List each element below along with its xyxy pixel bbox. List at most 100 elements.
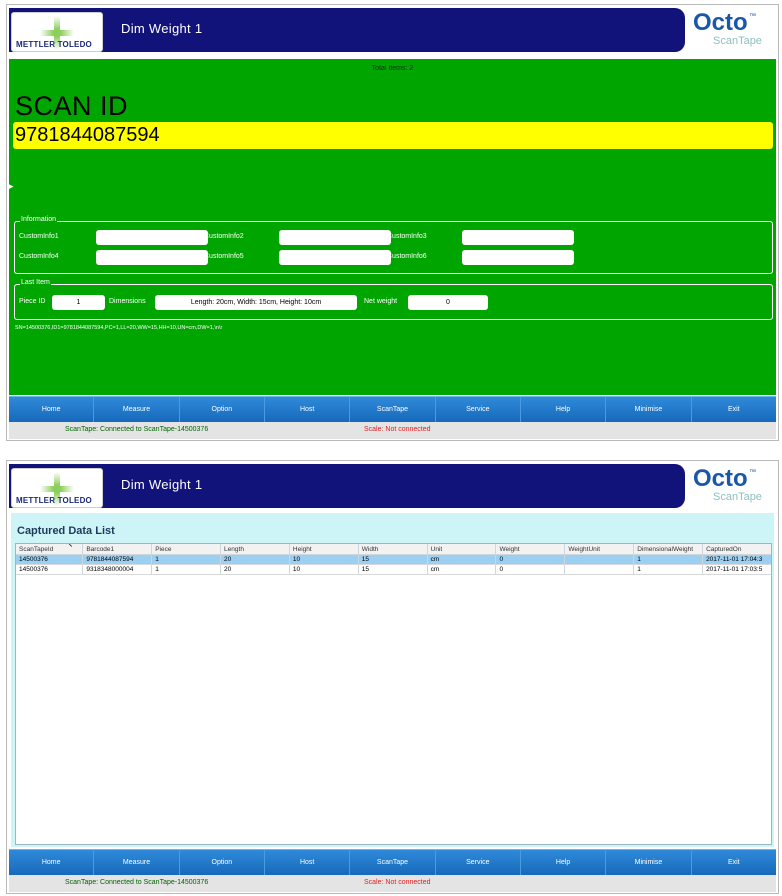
raw-scan-string: SN=14500376,ID1=9781844087594,PC=1,LL=20… xyxy=(15,325,223,331)
col-header-dimensionalweight[interactable]: DimensionalWeight xyxy=(633,544,704,555)
table-cell: 1 xyxy=(151,564,222,575)
scan-window: METTLER TOLEDO Dim Weight 1 Octo ™ ScanT… xyxy=(6,4,779,441)
table-row[interactable]: 14500376 9781844087594 1 20 10 15 cm 0 1… xyxy=(16,554,771,565)
scale-status: Scale: Not connected xyxy=(364,426,431,433)
scan-panel: Total Items: 2 SCAN ID 9781844087594 ▸ I… xyxy=(9,59,776,395)
custominfo4-label: CustomInfo4 xyxy=(19,253,59,260)
col-header-height[interactable]: Height xyxy=(289,544,359,555)
status-bar: ScanTape: Connected to ScanTape-14500376… xyxy=(9,875,776,892)
brand-logo-text: METTLER TOLEDO xyxy=(16,40,92,49)
nav-exit[interactable]: Exit xyxy=(692,397,776,423)
scantape-status: ScanTape: Connected to ScanTape-14500376 xyxy=(65,426,209,433)
nav-option[interactable]: Option xyxy=(180,850,265,876)
title-strip xyxy=(9,8,685,52)
col-header-weight[interactable]: Weight xyxy=(495,544,566,555)
custominfo3-label: CustomInfo3 xyxy=(387,233,427,240)
custominfo6-field[interactable] xyxy=(462,250,574,265)
col-header-weightunit[interactable]: WeightUnit xyxy=(564,544,635,555)
nav-minimise[interactable]: Minimise xyxy=(606,850,692,876)
table-cell: cm xyxy=(427,564,497,575)
nav-host[interactable]: Host xyxy=(265,850,351,876)
table-cell: 0 xyxy=(495,554,566,565)
nav-exit[interactable]: Exit xyxy=(692,850,776,876)
net-weight-field[interactable]: 0 xyxy=(408,295,488,310)
last-item-group: Last Item Piece ID 1 Dimensions Length: … xyxy=(14,279,773,320)
col-header-length[interactable]: Length xyxy=(220,544,290,555)
piece-id-field[interactable]: 1 xyxy=(52,295,105,310)
custominfo3-field[interactable] xyxy=(462,230,574,245)
table-cell: 14500376 xyxy=(16,564,84,575)
brand-logo-text: METTLER TOLEDO xyxy=(16,496,92,505)
nav-option[interactable]: Option xyxy=(180,397,265,423)
table-cell: 1 xyxy=(151,554,222,565)
col-header-piece[interactable]: Piece xyxy=(151,544,222,555)
table-cell: 2017-11-01 17:04:3 xyxy=(702,554,771,565)
scan-id-label: SCAN ID xyxy=(15,91,129,121)
nav-scantape[interactable]: ScanTape xyxy=(350,397,436,423)
captured-data-panel: Captured Data List ↖ ScanTapeId Barcode1… xyxy=(11,513,774,847)
table-cell: 15 xyxy=(358,564,428,575)
custominfo6-label: CustomInfo6 xyxy=(387,253,427,260)
col-header-unit[interactable]: Unit xyxy=(427,544,497,555)
mouse-cursor-icon: ↖ xyxy=(65,543,74,550)
custominfo2-field[interactable] xyxy=(279,230,391,245)
total-items: Total Items: 2 xyxy=(371,65,414,72)
custominfo1-label: CustomInfo1 xyxy=(19,233,59,240)
dimensions-field[interactable]: Length: 20cm, Width: 15cm, Height: 10cm xyxy=(155,295,357,310)
nav-host[interactable]: Host xyxy=(265,397,351,423)
table-cell: 20 xyxy=(220,554,290,565)
table-cell: 0 xyxy=(495,564,566,575)
octo-logo-sub: ScanTape xyxy=(713,35,762,47)
custominfo2-label: CustomInfo2 xyxy=(204,233,244,240)
table-cell: 1 xyxy=(633,564,704,575)
nav-help[interactable]: Help xyxy=(521,850,607,876)
title-bar: METTLER TOLEDO Dim Weight 1 Octo ™ ScanT… xyxy=(7,5,778,55)
captured-data-table: ScanTapeId Barcode1 Piece Length Height … xyxy=(16,544,771,575)
scan-id-value[interactable]: 9781844087594 xyxy=(13,122,773,149)
nav-service[interactable]: Service xyxy=(436,850,521,876)
piece-id-label: Piece ID xyxy=(19,298,46,305)
nav-home[interactable]: Home xyxy=(9,397,95,423)
table-cell: 2017-11-01 17:03:5 xyxy=(702,564,771,575)
table-cell: 20 xyxy=(220,564,290,575)
nav-measure[interactable]: Measure xyxy=(94,397,180,423)
table-cell xyxy=(564,564,635,575)
octo-logo-text: Octo xyxy=(693,9,748,36)
nav-service[interactable]: Service xyxy=(436,397,521,423)
octo-scantape-logo: Octo ™ ScanTape xyxy=(691,465,777,509)
table-cell: 9318348000004 xyxy=(82,564,153,575)
custominfo4-field[interactable] xyxy=(96,250,208,265)
table-cell: cm xyxy=(427,554,497,565)
title-strip xyxy=(9,464,685,508)
app-title: Dim Weight 1 xyxy=(121,21,203,36)
octo-logo-tm: ™ xyxy=(749,469,756,476)
bottom-nav: Home Measure Option Host ScanTape Servic… xyxy=(9,396,776,423)
last-item-legend: Last Item xyxy=(20,279,51,286)
table-cell xyxy=(564,554,635,565)
status-bar: ScanTape: Connected to ScanTape-14500376… xyxy=(9,422,776,439)
nav-scantape[interactable]: ScanTape xyxy=(350,850,436,876)
information-legend: Information xyxy=(20,216,58,223)
col-header-barcode1[interactable]: Barcode1 xyxy=(82,544,153,555)
captured-data-title: Captured Data List xyxy=(17,525,115,537)
custominfo5-label: CustomInfo5 xyxy=(204,253,244,260)
col-header-width[interactable]: Width xyxy=(358,544,428,555)
table-row[interactable]: 14500376 9318348000004 1 20 10 15 cm 0 1… xyxy=(16,564,771,575)
captured-data-grid[interactable]: ↖ ScanTapeId Barcode1 Piece Length Heigh… xyxy=(15,543,772,845)
custominfo5-field[interactable] xyxy=(279,250,391,265)
nav-measure[interactable]: Measure xyxy=(94,850,180,876)
table-header-row: ScanTapeId Barcode1 Piece Length Height … xyxy=(16,544,771,555)
custominfo1-field[interactable] xyxy=(96,230,208,245)
nav-help[interactable]: Help xyxy=(521,397,607,423)
bottom-nav: Home Measure Option Host ScanTape Servic… xyxy=(9,849,776,876)
information-group: Information CustomInfo1 CustomInfo2 Cust… xyxy=(14,216,773,274)
nav-home[interactable]: Home xyxy=(9,850,95,876)
mouse-cursor-icon: ▸ xyxy=(9,181,14,191)
table-cell: 15 xyxy=(358,554,428,565)
table-cell: 9781844087594 xyxy=(82,554,153,565)
col-header-capturedon[interactable]: CapturedOn xyxy=(702,544,771,555)
table-cell: 10 xyxy=(289,564,359,575)
nav-minimise[interactable]: Minimise xyxy=(606,397,692,423)
app-title: Dim Weight 1 xyxy=(121,477,203,492)
title-bar: METTLER TOLEDO Dim Weight 1 Octo ™ ScanT… xyxy=(7,461,778,511)
